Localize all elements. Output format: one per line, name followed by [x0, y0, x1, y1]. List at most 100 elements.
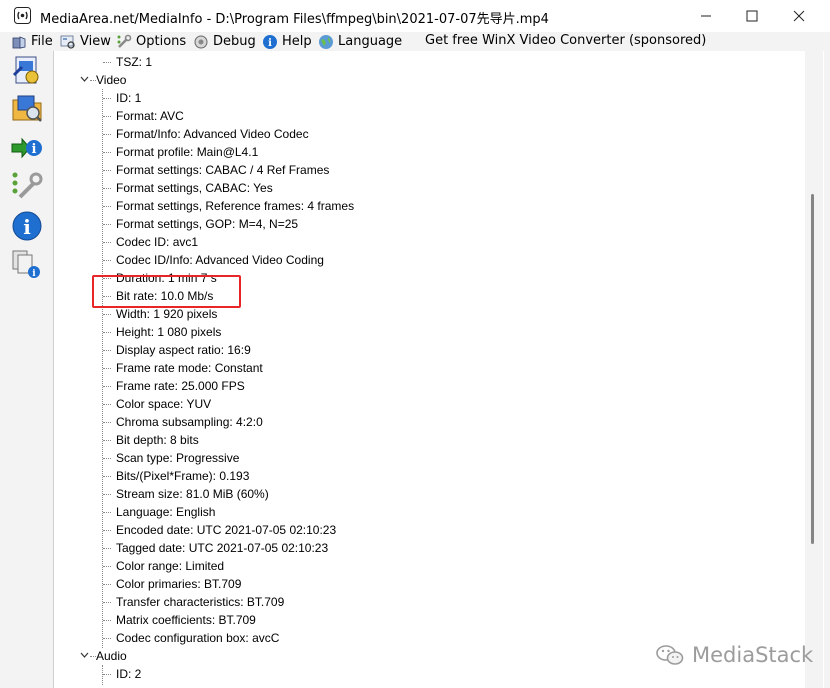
tree-item[interactable]: Format settings, GOP: M=4, N=25 [54, 215, 804, 233]
menu-file[interactable]: File [11, 32, 53, 51]
mediainfo-app-icon [14, 7, 31, 24]
tree-item[interactable]: Frame rate mode: Constant [54, 359, 804, 377]
tree-item-label: Format settings: CABAC / 4 Ref Frames [116, 163, 330, 177]
svg-text:i: i [268, 38, 272, 49]
about-icon[interactable]: i [10, 209, 44, 243]
tree-item[interactable]: Tagged date: UTC 2021-07-05 02:10:23 [54, 539, 804, 557]
tree-section-video[interactable]: Video [54, 71, 804, 89]
chevron-down-icon[interactable] [80, 652, 89, 659]
tree-item-label: Color primaries: BT.709 [116, 577, 242, 591]
maximize-icon [746, 10, 758, 22]
menu-view[interactable]: View [60, 32, 111, 51]
tree-connector [103, 548, 111, 549]
maximize-button[interactable] [729, 0, 775, 32]
tree-connector [103, 134, 111, 135]
menu-debug-label: Debug [213, 34, 256, 49]
tree-connector [103, 224, 111, 225]
tree-connector [103, 638, 111, 639]
tree-item[interactable]: Height: 1 080 pixels [54, 323, 804, 341]
tree-item-label: Color range: Limited [116, 559, 225, 573]
info-tree-view[interactable]: TSZ: 1 Video ID: 1 Format: AVC Format/Info… [53, 51, 824, 688]
tree-connector [103, 494, 111, 495]
tree-item[interactable]: Color primaries: BT.709 [54, 575, 804, 593]
tree-item[interactable]: Frame rate: 25.000 FPS [54, 377, 804, 395]
tree-item-label: Format settings, GOP: M=4, N=25 [116, 217, 299, 231]
tree-item[interactable]: Format: AVC [54, 107, 804, 125]
options-menu-icon [117, 34, 132, 48]
tree-connector [103, 332, 111, 333]
tree-item[interactable]: Format settings: CABAC / 4 Ref Frames [54, 161, 804, 179]
tree-connector [103, 404, 111, 405]
tree-connector [103, 530, 111, 531]
tree-item-label: Encoded date: UTC 2021-07-05 02:10:23 [116, 523, 337, 537]
watermark-text: MediaStack [692, 643, 814, 667]
tree-connector [103, 206, 111, 207]
tree-item[interactable]: Matrix coefficients: BT.709 [54, 611, 804, 629]
tree-item-tsz[interactable]: TSZ: 1 [54, 53, 804, 71]
tree-item-label: Bit depth: 8 bits [116, 433, 199, 447]
tree-section-label: Audio [96, 649, 127, 663]
sponsored-link[interactable]: Get free WinX Video Converter (sponsored… [425, 33, 706, 48]
tree-item[interactable]: Color space: YUV [54, 395, 804, 413]
tree-item-label: Bits/(Pixel*Frame): 0.193 [116, 469, 250, 483]
title-bar: MediaArea.net/MediaInfo - D:\Program Fil… [0, 0, 830, 32]
close-button[interactable] [776, 0, 822, 32]
wechat-icon [656, 645, 684, 665]
tree-item[interactable]: Stream size: 81.0 MiB (60%) [54, 485, 804, 503]
tree-item-label: Format/Info: Advanced Video Codec [116, 127, 309, 141]
tree-item-label: Tagged date: UTC 2021-07-05 02:10:23 [116, 541, 329, 555]
menu-language-label: Language [338, 34, 403, 49]
tree-connector [103, 314, 111, 315]
tree-item-label: Width: 1 920 pixels [116, 307, 218, 321]
tree-item[interactable]: Format settings, CABAC: Yes [54, 179, 804, 197]
tree-item-label: Frame rate mode: Constant [116, 361, 263, 375]
tree-connector [103, 152, 111, 153]
open-folder-icon[interactable] [10, 91, 44, 125]
tree-connector [103, 62, 111, 63]
tree-item[interactable]: Encoded date: UTC 2021-07-05 02:10:23 [54, 521, 804, 539]
tree-item[interactable]: Chroma subsampling: 4:2:0 [54, 413, 804, 431]
tree-item[interactable]: Format/Info: Advanced Video Codec [54, 125, 804, 143]
tree-item[interactable]: Codec ID: avc1 [54, 233, 804, 251]
tree-item[interactable]: Color range: Limited [54, 557, 804, 575]
menu-bar: File View Options Debug i Help Language … [0, 32, 830, 51]
tree-item[interactable]: Bits/(Pixel*Frame): 0.193 [54, 467, 804, 485]
tree-connector [103, 476, 111, 477]
tree-item-label: Format: AVC [116, 109, 184, 123]
open-file-icon[interactable] [10, 53, 44, 87]
tree-item[interactable]: ID: 1 [54, 89, 804, 107]
close-icon [793, 10, 805, 22]
tree-item[interactable]: Bit depth: 8 bits [54, 431, 804, 449]
highlight-box [92, 275, 241, 308]
menu-options[interactable]: Options [116, 32, 186, 51]
export-icon[interactable]: i [10, 131, 44, 165]
tree-item-label: ID: 1 [116, 91, 142, 105]
tree-item[interactable]: Language: English [54, 503, 804, 521]
menu-help[interactable]: i Help [262, 32, 312, 51]
tree-item[interactable]: Format settings, Reference frames: 4 fra… [54, 197, 804, 215]
scrollbar-thumb[interactable] [811, 194, 814, 544]
watermark: MediaStack [656, 642, 813, 668]
tree-section-label: Video [96, 73, 127, 87]
preferences-icon[interactable] [10, 169, 44, 203]
tree-connector [103, 188, 111, 189]
tree-connector [103, 116, 111, 117]
tree-connector [103, 512, 111, 513]
tree-item-label: Chroma subsampling: 4:2:0 [116, 415, 263, 429]
tree-item[interactable]: Format profile: Main@L4.1 [54, 143, 804, 161]
tree-item-label: Frame rate: 25.000 FPS [116, 379, 245, 393]
menu-language[interactable]: Language [318, 32, 402, 51]
tree-item-label: Color space: YUV [116, 397, 212, 411]
tree-item[interactable]: Display aspect ratio: 16:9 [54, 341, 804, 359]
tree-item[interactable]: Scan type: Progressive [54, 449, 804, 467]
knowledge-base-icon[interactable]: i [10, 247, 44, 281]
menu-debug[interactable]: Debug [193, 32, 256, 51]
tree-item[interactable]: Transfer characteristics: BT.709 [54, 593, 804, 611]
tree-item-label: Language: English [116, 505, 216, 519]
minimize-button[interactable] [683, 0, 729, 32]
debug-menu-icon [194, 35, 208, 48]
vertical-scrollbar[interactable] [805, 51, 823, 688]
chevron-down-icon[interactable] [80, 76, 89, 83]
tree-item-label: Codec ID: avc1 [116, 235, 199, 249]
tree-item[interactable]: Codec ID/Info: Advanced Video Coding [54, 251, 804, 269]
